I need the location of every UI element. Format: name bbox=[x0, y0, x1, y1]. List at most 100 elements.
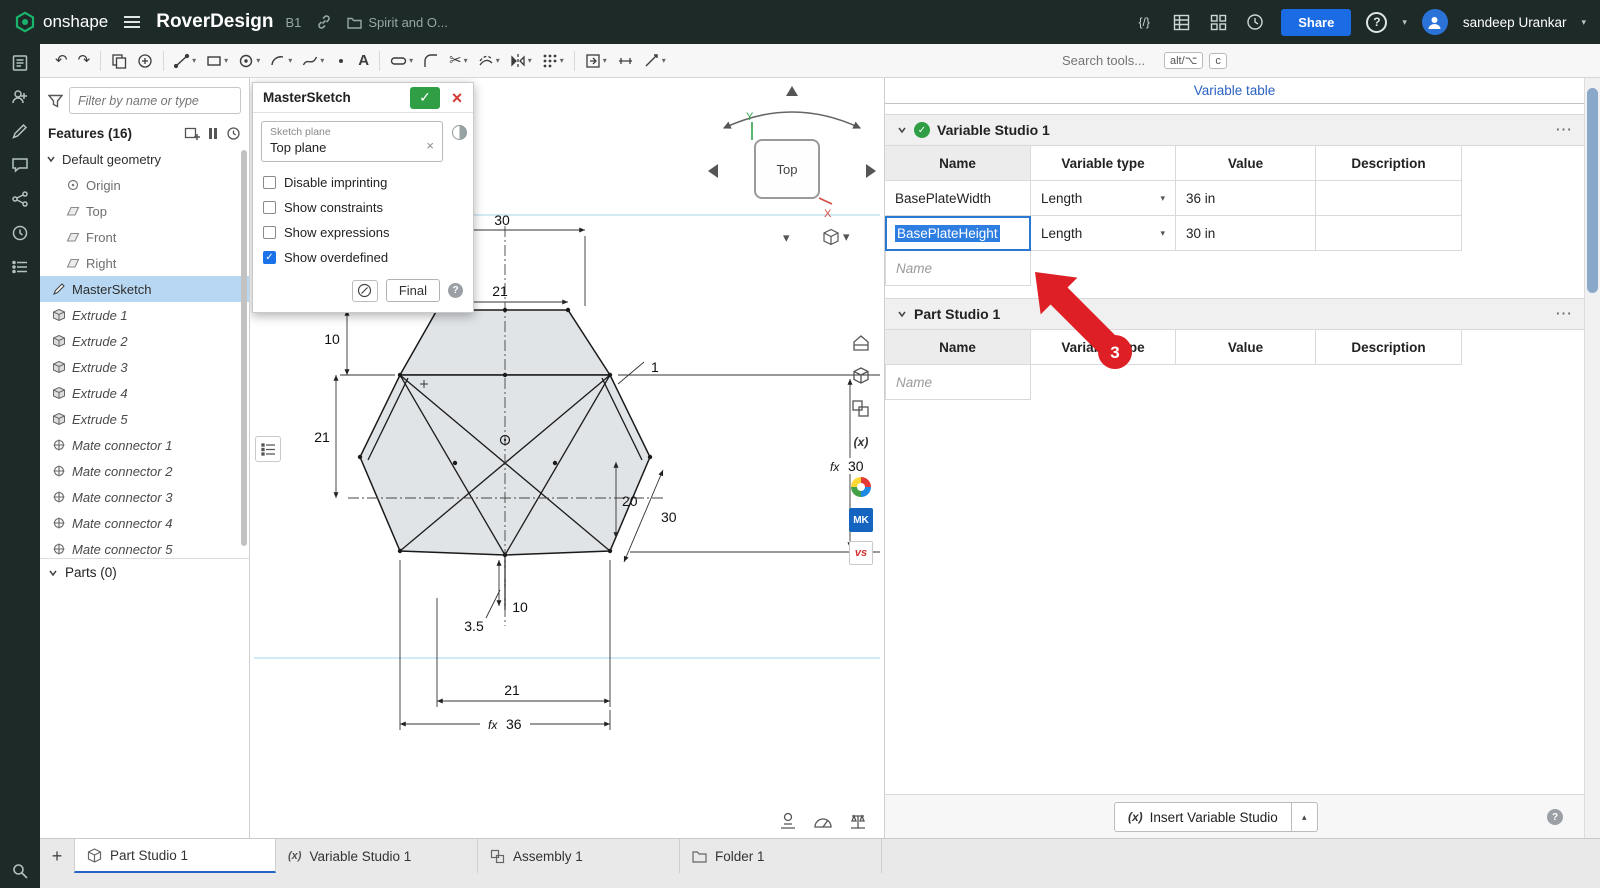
description-cell[interactable] bbox=[1316, 216, 1462, 251]
learning-center-icon[interactable] bbox=[1244, 11, 1266, 33]
confirm-button[interactable]: ✓ bbox=[410, 87, 440, 109]
rotate-left-icon[interactable] bbox=[708, 164, 718, 178]
link-icon[interactable] bbox=[313, 11, 335, 33]
help-button[interactable]: ? bbox=[1366, 12, 1387, 33]
tree-item-mate-connector-1[interactable]: Mate connector 1 bbox=[40, 432, 249, 458]
dim-21-top[interactable]: 21 bbox=[492, 283, 508, 299]
chevron-down-icon[interactable] bbox=[897, 125, 907, 135]
type-dropdown[interactable]: Length▾ bbox=[1031, 216, 1176, 251]
comments-icon[interactable] bbox=[11, 156, 29, 174]
window-scrollbar[interactable] bbox=[1584, 78, 1600, 838]
export-tool-caret-icon[interactable]: ▾ bbox=[603, 56, 607, 65]
spreadsheet-icon[interactable] bbox=[1170, 11, 1192, 33]
featurescript-icon[interactable]: {/} bbox=[1133, 11, 1155, 33]
dim-fx-36[interactable]: 36 bbox=[506, 716, 522, 732]
chevron-down-icon[interactable] bbox=[897, 309, 907, 319]
line-tool[interactable]: ▾ bbox=[169, 50, 201, 72]
document-panel-icon[interactable] bbox=[11, 54, 29, 72]
dim-30-diagonal[interactable]: 30 bbox=[661, 509, 677, 525]
import-icon[interactable] bbox=[132, 50, 158, 72]
tree-item-extrude-1[interactable]: Extrude 1 bbox=[40, 302, 249, 328]
tree-item-mate-connector-4[interactable]: Mate connector 4 bbox=[40, 510, 249, 536]
rectangle-tool[interactable]: ▾ bbox=[201, 50, 233, 72]
dimension-list-button[interactable] bbox=[255, 436, 281, 462]
half-section-icon[interactable] bbox=[452, 125, 467, 140]
circle-tool-caret-icon[interactable]: ▾ bbox=[256, 56, 260, 65]
fillet-tool[interactable] bbox=[418, 50, 444, 72]
rotate-right-icon[interactable] bbox=[866, 164, 876, 178]
pattern-tool-caret-icon[interactable]: ▾ bbox=[560, 56, 564, 65]
panel-help-icon[interactable]: ? bbox=[1547, 809, 1563, 825]
user-caret-icon[interactable]: ▾ bbox=[1581, 17, 1586, 28]
render-studio-icon[interactable] bbox=[848, 474, 874, 500]
tab-variable-studio-1[interactable]: (x) Variable Studio 1 bbox=[276, 839, 478, 873]
chevron-down-icon[interactable] bbox=[46, 154, 56, 164]
circle-tool[interactable]: ▾ bbox=[233, 50, 265, 72]
sketch-plane-field[interactable]: Sketch plane Top plane × bbox=[261, 121, 443, 162]
final-button[interactable]: Final bbox=[386, 279, 440, 302]
rotate-up-icon[interactable] bbox=[786, 86, 798, 96]
tree-item-mate-connector-2[interactable]: Mate connector 2 bbox=[40, 458, 249, 484]
dim-20[interactable]: 20 bbox=[622, 493, 638, 509]
variable-studio-section-header[interactable]: ✓ Variable Studio 1 ⋯ bbox=[885, 114, 1584, 146]
arc-tool-caret-icon[interactable]: ▾ bbox=[288, 56, 292, 65]
part-studio-section-header[interactable]: Part Studio 1 ⋯ bbox=[885, 298, 1584, 330]
cancel-button[interactable]: × bbox=[447, 89, 467, 107]
mirror-tool[interactable]: ▾ bbox=[505, 50, 537, 72]
text-tool[interactable]: A bbox=[353, 50, 374, 71]
main-menu-icon[interactable] bbox=[120, 12, 144, 32]
pattern-tool[interactable]: ▾ bbox=[537, 50, 569, 72]
tree-item-extrude-5[interactable]: Extrude 5 bbox=[40, 406, 249, 432]
view-cube-face-label[interactable]: Top bbox=[777, 162, 798, 177]
disable-imprinting-checkbox[interactable]: Disable imprinting bbox=[253, 170, 473, 195]
version-badge[interactable]: B1 bbox=[285, 15, 301, 30]
show-constraints-checkbox[interactable]: Show constraints bbox=[253, 195, 473, 220]
tree-item-default-geometry[interactable]: Default geometry bbox=[40, 146, 249, 172]
add-tab-button[interactable]: + bbox=[40, 839, 74, 873]
named-views-icon[interactable] bbox=[848, 363, 874, 389]
user-name[interactable]: sandeep Urankar bbox=[1463, 15, 1567, 30]
tree-item-extrude-2[interactable]: Extrude 2 bbox=[40, 328, 249, 354]
tree-item-mastersketch[interactable]: MasterSketch bbox=[40, 276, 249, 302]
measure-tool[interactable] bbox=[612, 50, 639, 72]
dialog-help-icon[interactable]: ? bbox=[448, 283, 463, 298]
insert-feature-icon[interactable] bbox=[184, 127, 200, 141]
rectangle-tool-caret-icon[interactable]: ▾ bbox=[224, 56, 228, 65]
tab-folder-1[interactable]: Folder 1 bbox=[680, 839, 882, 873]
onshape-logo[interactable]: onshape bbox=[14, 11, 108, 33]
trim-tool[interactable]: ✂▾ bbox=[444, 50, 473, 71]
feature-list-icon[interactable] bbox=[11, 258, 29, 276]
dim-30-top[interactable]: 30 bbox=[494, 212, 510, 228]
follow-mode-icon[interactable] bbox=[11, 88, 29, 106]
clear-plane-icon[interactable]: × bbox=[426, 138, 434, 153]
tab-part-studio-1[interactable]: Part Studio 1 bbox=[74, 839, 276, 873]
view-mode-button[interactable]: ▾ bbox=[822, 228, 850, 246]
tree-item-front-plane[interactable]: Front bbox=[40, 224, 249, 250]
redo-button[interactable]: ↷ bbox=[73, 50, 96, 71]
type-dropdown[interactable]: Length▾ bbox=[1031, 181, 1176, 216]
tree-item-mate-connector-3[interactable]: Mate connector 3 bbox=[40, 484, 249, 510]
protractor-icon[interactable] bbox=[813, 812, 833, 830]
point-tool[interactable] bbox=[329, 51, 353, 71]
graphics-canvas[interactable]: 30 21 10 1 21 20 30 10 3.5 bbox=[250, 78, 884, 838]
tree-scrollbar[interactable] bbox=[241, 150, 247, 552]
search-tools-input[interactable] bbox=[1062, 53, 1158, 68]
undo-button[interactable]: ↶ bbox=[50, 50, 73, 71]
tree-item-mate-connector-5[interactable]: Mate connector 5 bbox=[40, 536, 249, 558]
tab-assembly-1[interactable]: Assembly 1 bbox=[478, 839, 680, 873]
view-cube[interactable]: Top Y X bbox=[702, 84, 882, 224]
section-menu-icon[interactable]: ⋯ bbox=[1555, 120, 1572, 140]
feature-filter-input[interactable] bbox=[69, 87, 241, 114]
apps-grid-icon[interactable] bbox=[1207, 11, 1229, 33]
slot-tool-caret-icon[interactable]: ▾ bbox=[409, 56, 413, 65]
display-states-icon[interactable] bbox=[848, 396, 874, 422]
breadcrumb[interactable]: Spirit and O... bbox=[347, 15, 447, 30]
spline-tool[interactable]: ▾ bbox=[297, 50, 329, 72]
insert-variable-studio-button[interactable]: (x) Insert Variable Studio ▴ bbox=[1114, 802, 1318, 832]
sketch-preview-button[interactable] bbox=[352, 280, 378, 302]
share-button[interactable]: Share bbox=[1281, 9, 1351, 36]
name-cell-editing[interactable]: BasePlateHeight bbox=[885, 216, 1031, 251]
dim-1-right[interactable]: 1 bbox=[651, 359, 659, 375]
rotate-arc-icon[interactable] bbox=[724, 112, 860, 128]
view-menu-caret[interactable]: ▾ bbox=[783, 230, 790, 246]
